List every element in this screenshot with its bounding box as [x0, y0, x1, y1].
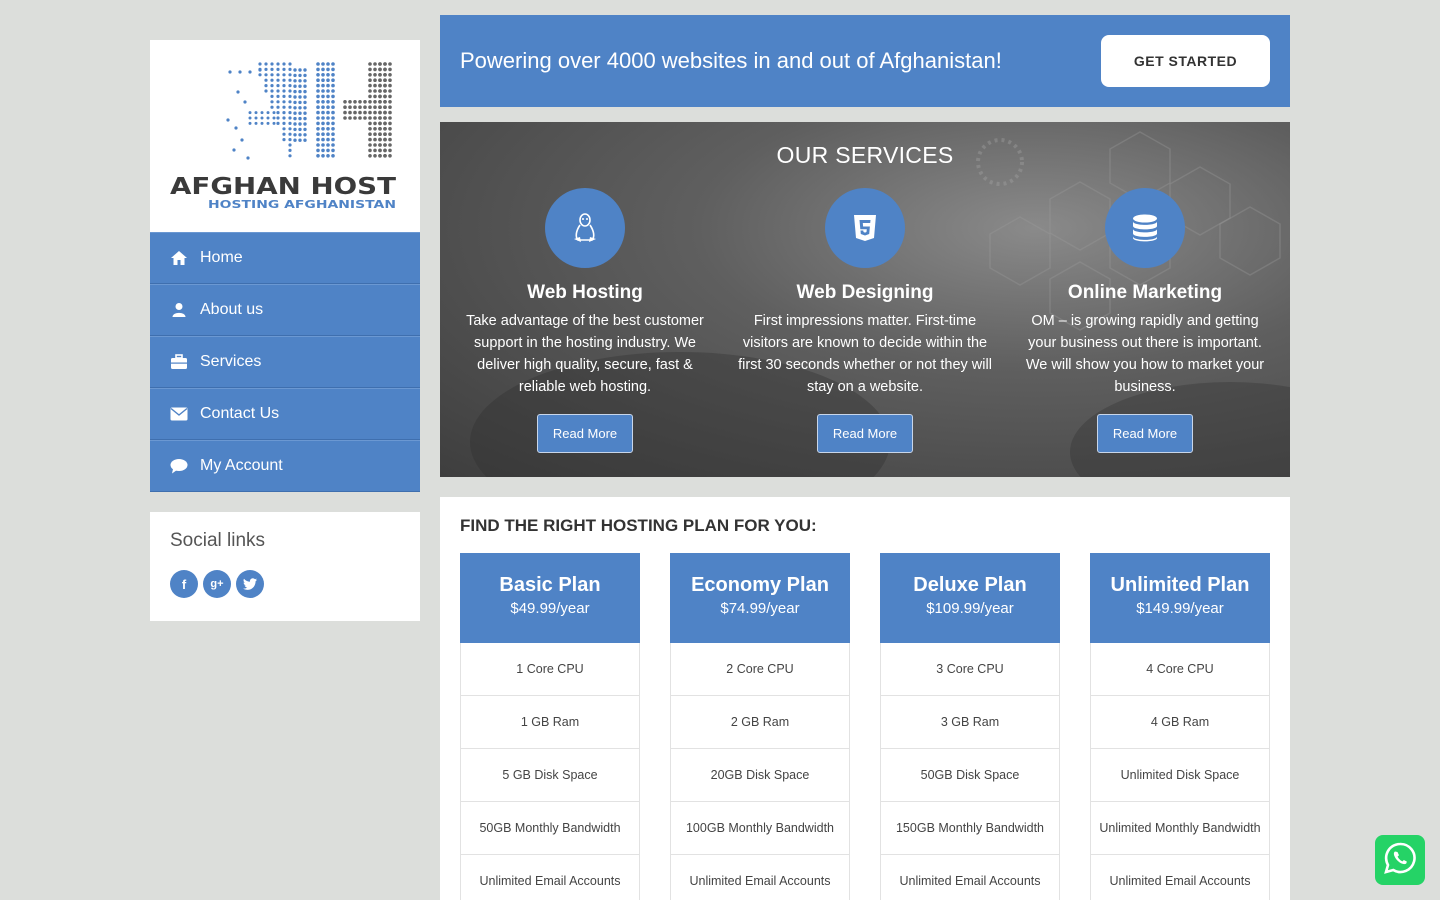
nav-item-account[interactable]: My Account [150, 440, 420, 492]
plan-feature: 4 Core CPU [1090, 643, 1270, 696]
plan-price: $109.99/year [926, 600, 1014, 617]
plan-header: Deluxe Plan $109.99/year [880, 553, 1060, 643]
nav-item-label: Home [200, 249, 243, 266]
service-description: OM – is growing rapidly and getting your… [1025, 313, 1265, 395]
service-description: First impressions matter. First-time vis… [738, 313, 992, 395]
services-title: OUR SERVICES [776, 142, 954, 168]
plan-feature: Unlimited Disk Space [1090, 749, 1270, 802]
plan-price: $149.99/year [1136, 600, 1224, 617]
plan-card-basic: Basic Plan $49.99/year 1 Core CPU 1 GB R… [460, 553, 640, 900]
linux-icon [545, 188, 625, 268]
plan-name: Economy Plan [691, 574, 829, 596]
plan-header: Unlimited Plan $149.99/year [1090, 553, 1270, 643]
service-web-hosting: Web Hosting Take advantage of the best c… [455, 188, 715, 453]
nav-item-label: Services [200, 353, 262, 370]
nav-item-label: Contact Us [200, 405, 280, 422]
nav-item-label: My Account [200, 457, 283, 474]
plan-header: Basic Plan $49.99/year [460, 553, 640, 643]
plan-header: Economy Plan $74.99/year [670, 553, 850, 643]
plan-feature: Unlimited Email Accounts [460, 855, 640, 900]
hosting-plans-section: FIND THE RIGHT HOSTING PLAN FOR YOU: Bas… [440, 497, 1290, 900]
social-links-widget: Social links f g+ [150, 512, 420, 621]
home-icon [170, 249, 188, 267]
plan-feature: 3 GB Ram [880, 696, 1060, 749]
user-icon [170, 301, 188, 319]
plan-feature: 50GB Monthly Bandwidth [460, 802, 640, 855]
service-description: Take advantage of the best customer supp… [466, 313, 704, 395]
plan-feature: 150GB Monthly Bandwidth [880, 802, 1060, 855]
nav-item-contact[interactable]: Contact Us [150, 388, 420, 440]
plan-feature: 1 GB Ram [460, 696, 640, 749]
briefcase-icon [170, 353, 188, 371]
get-started-button[interactable]: GET STARTED [1101, 35, 1270, 87]
plan-feature: Unlimited Monthly Bandwidth [1090, 802, 1270, 855]
envelope-icon [170, 405, 188, 423]
whatsapp-chat-button[interactable] [1375, 835, 1425, 885]
logo-brand-text: AFGHAN HOST [170, 174, 396, 200]
plan-feature: 4 GB Ram [1090, 696, 1270, 749]
plan-name: Unlimited Plan [1110, 574, 1250, 596]
service-web-designing: Web Designing First impressions matter. … [735, 188, 995, 453]
service-online-marketing: Online Marketing OM – is growing rapidly… [1015, 188, 1275, 453]
facebook-icon[interactable]: f [170, 570, 198, 598]
whatsapp-icon [1382, 840, 1418, 881]
nav-item-home[interactable]: Home [150, 232, 420, 284]
plan-price: $49.99/year [510, 600, 590, 617]
services-section: OUR SERVICES Web Hosting Take advantage … [440, 122, 1290, 477]
plan-feature: Unlimited Email Accounts [880, 855, 1060, 900]
twitter-icon[interactable] [236, 570, 264, 598]
promo-banner: Powering over 4000 websites in and out o… [440, 15, 1290, 107]
sidebar-nav: Home About us Services Contact Us My Acc… [150, 232, 420, 492]
plan-price: $74.99/year [720, 600, 800, 617]
plan-feature: 5 GB Disk Space [460, 749, 640, 802]
plan-feature: 100GB Monthly Bandwidth [670, 802, 850, 855]
read-more-button[interactable]: Read More [817, 414, 913, 453]
plan-feature: Unlimited Email Accounts [670, 855, 850, 900]
nav-item-label: About us [200, 301, 264, 318]
read-more-button[interactable]: Read More [1097, 414, 1193, 453]
plan-name: Basic Plan [499, 574, 601, 596]
logo-graphic: AFGHAN HOST HOSTING AFGHANISTAN [170, 62, 396, 211]
nav-item-services[interactable]: Services [150, 336, 420, 388]
service-name: Web Hosting [527, 282, 643, 303]
plan-feature: 2 GB Ram [670, 696, 850, 749]
plan-feature: 1 Core CPU [460, 643, 640, 696]
plan-feature: 20GB Disk Space [670, 749, 850, 802]
site-logo[interactable]: AFGHAN HOST HOSTING AFGHANISTAN [150, 40, 420, 232]
plan-feature: Unlimited Email Accounts [1090, 855, 1270, 900]
plan-feature: 3 Core CPU [880, 643, 1060, 696]
plan-feature: 2 Core CPU [670, 643, 850, 696]
comment-icon [170, 457, 188, 475]
service-name: Online Marketing [1067, 282, 1223, 303]
nav-item-about[interactable]: About us [150, 284, 420, 336]
google-plus-icon[interactable]: g+ [203, 570, 231, 598]
service-name: Web Designing [796, 282, 934, 303]
read-more-button[interactable]: Read More [537, 414, 633, 453]
plans-title: FIND THE RIGHT HOSTING PLAN FOR YOU: [460, 516, 817, 535]
social-title: Social links [170, 530, 266, 551]
database-icon [1105, 188, 1185, 268]
plan-card-unlimited: Unlimited Plan $149.99/year 4 Core CPU 4… [1090, 553, 1270, 900]
plan-feature: 50GB Disk Space [880, 749, 1060, 802]
plan-card-economy: Economy Plan $74.99/year 2 Core CPU 2 GB… [670, 553, 850, 900]
plan-card-deluxe: Deluxe Plan $109.99/year 3 Core CPU 3 GB… [880, 553, 1060, 900]
html5-icon [825, 188, 905, 268]
plan-name: Deluxe Plan [913, 574, 1027, 596]
logo-tagline-text: HOSTING AFGHANISTAN [208, 198, 396, 211]
banner-text: Powering over 4000 websites in and out o… [460, 48, 1002, 73]
